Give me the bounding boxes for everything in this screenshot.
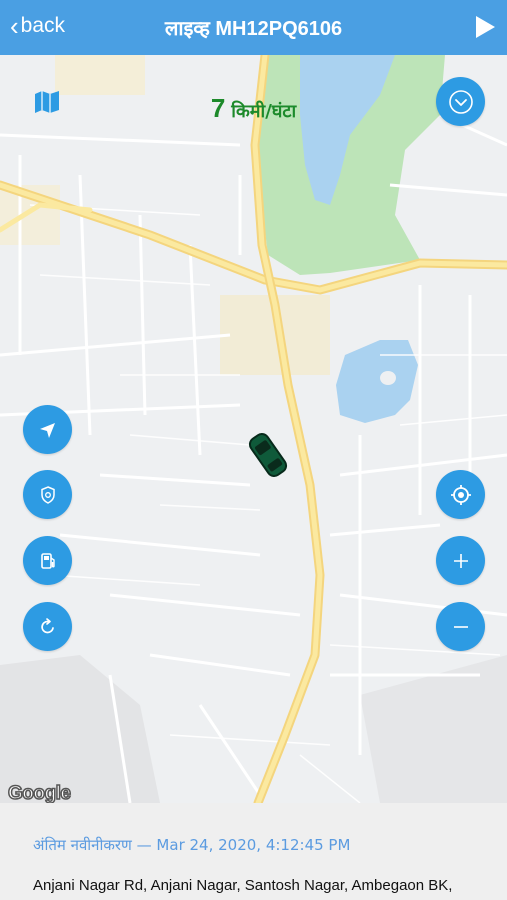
dropdown-button[interactable] (436, 77, 485, 126)
last-updated-text: अंतिम नवीनीकरण — Mar 24, 2020, 4:12:45 P… (33, 836, 351, 854)
locate-button[interactable] (436, 470, 485, 519)
map-canvas (0, 55, 507, 803)
plus-icon (453, 553, 468, 568)
top-bar: ‹ back लाइव्ह MH12PQ6106 (0, 0, 507, 55)
minus-icon (453, 625, 468, 628)
info-panel: अंतिम नवीनीकरण — Mar 24, 2020, 4:12:45 P… (0, 803, 507, 900)
speed-value: 7 (210, 93, 226, 123)
zoom-in-button[interactable] (436, 536, 485, 585)
navigation-icon (39, 422, 55, 438)
page-title: लाइव्ह MH12PQ6106 (164, 18, 343, 40)
speed-unit: किमी/घंटा (231, 101, 297, 122)
address-text: Anjani Nagar Rd, Anjani Nagar, Santosh N… (33, 877, 453, 894)
refresh-button[interactable] (23, 602, 72, 651)
chevron-down-circle-icon (448, 89, 473, 114)
play-icon[interactable] (476, 16, 495, 38)
locate-icon (450, 484, 471, 505)
fuel-button[interactable] (23, 536, 72, 585)
refresh-icon (40, 617, 54, 633)
shield-button[interactable] (23, 470, 72, 519)
zoom-out-button[interactable] (436, 602, 485, 651)
fuel-icon (40, 552, 55, 569)
google-attribution: Google (7, 782, 71, 803)
map-view[interactable]: 7 किमी/घंटा Google (0, 55, 507, 803)
navigation-button[interactable] (23, 405, 72, 454)
shield-icon (40, 485, 55, 504)
speed-display: 7 किमी/घंटा (0, 93, 507, 124)
